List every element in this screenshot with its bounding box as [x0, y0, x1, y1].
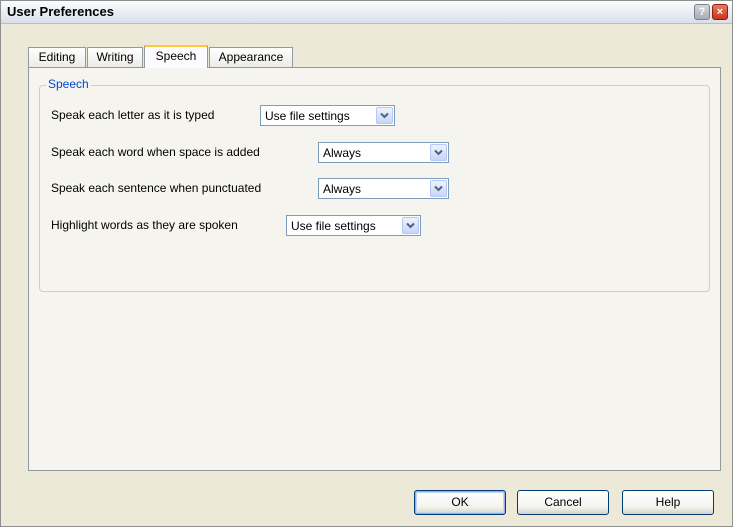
highlight-words-label: Highlight words as they are spoken [51, 218, 238, 232]
close-icon[interactable]: × [712, 4, 728, 20]
chevron-down-icon[interactable] [430, 180, 447, 197]
tab-editing[interactable]: Editing [28, 47, 86, 67]
help-icon[interactable]: ? [694, 4, 710, 20]
highlight-words-value: Use file settings [291, 219, 376, 233]
speak-sentence-value: Always [323, 182, 362, 196]
tab-appearance[interactable]: Appearance [209, 47, 293, 67]
tab-writing[interactable]: Writing [87, 47, 143, 67]
speak-letter-value: Use file settings [265, 109, 350, 123]
ok-button[interactable]: OK [414, 490, 506, 515]
speak-word-value: Always [323, 146, 362, 160]
speak-sentence-label: Speak each sentence when punctuated [51, 181, 262, 195]
speech-tab-panel: Speech [28, 67, 721, 471]
speak-word-label: Speak each word when space is added [51, 145, 260, 159]
user-preferences-dialog: User Preferences ? × Editing Writing Spe… [0, 0, 733, 527]
chevron-down-icon[interactable] [376, 107, 393, 124]
tab-speech[interactable]: Speech [144, 45, 208, 68]
window-title: User Preferences [7, 4, 114, 19]
speak-letter-select[interactable]: Use file settings [260, 105, 395, 126]
chevron-down-icon[interactable] [402, 217, 419, 234]
speak-sentence-select[interactable]: Always [318, 178, 449, 199]
highlight-words-select[interactable]: Use file settings [286, 215, 421, 236]
cancel-button[interactable]: Cancel [517, 490, 609, 515]
speak-word-select[interactable]: Always [318, 142, 449, 163]
help-button[interactable]: Help [622, 490, 714, 515]
speak-letter-label: Speak each letter as it is typed [51, 108, 215, 122]
title-bar[interactable]: User Preferences ? × [1, 1, 732, 24]
chevron-down-icon[interactable] [430, 144, 447, 161]
speech-group-title: Speech [46, 77, 91, 91]
